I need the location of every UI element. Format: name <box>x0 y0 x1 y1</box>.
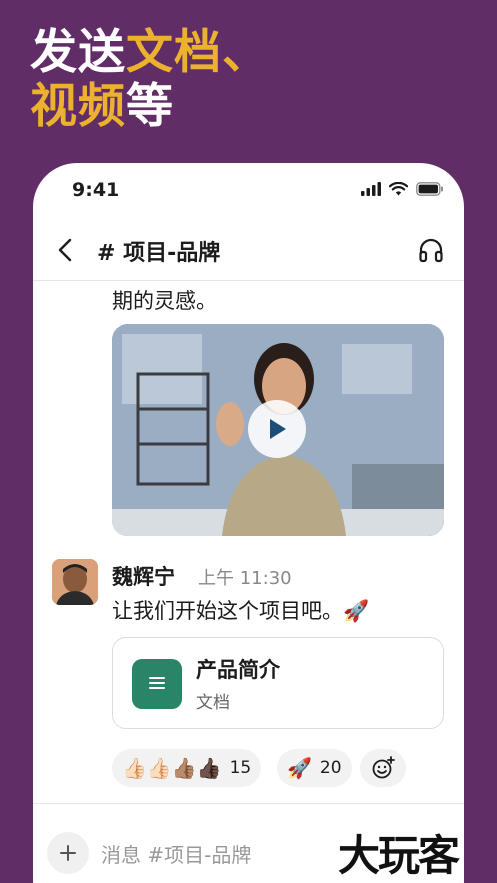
signal-icon <box>361 182 381 196</box>
message-timestamp: 上午 11:30 <box>198 568 292 589</box>
message-text-partial: 期的灵感。 <box>112 289 217 313</box>
message-text: 让我们开始这个项目吧。🚀 <box>112 599 370 623</box>
play-button[interactable] <box>248 400 306 458</box>
attach-button[interactable] <box>47 832 89 874</box>
avatar[interactable] <box>52 559 98 605</box>
reaction-thumbs-up[interactable]: 👍🏻👍🏻👍🏽👍🏿 15 <box>112 749 262 787</box>
rocket-icon: 🚀 <box>287 756 312 780</box>
channel-title[interactable]: # 项目-品牌 <box>97 235 220 267</box>
reaction-count: 20 <box>319 758 342 778</box>
headphones-icon[interactable] <box>418 237 444 263</box>
add-reaction-button[interactable] <box>360 749 406 787</box>
video-attachment[interactable] <box>112 324 444 536</box>
file-attachment[interactable]: 产品简介 文档 <box>112 637 444 729</box>
avatar-image <box>52 559 98 605</box>
status-time: 9:41 <box>72 179 120 201</box>
message-input[interactable]: 消息 #项目-品牌 <box>101 839 251 868</box>
headline-text-2a: 视频 <box>30 79 126 134</box>
message-author[interactable]: 魏辉宁 <box>112 561 175 591</box>
reaction-count: 15 <box>229 758 252 778</box>
phone-screen: 9:41 # 项目-品牌 期的灵感。 魏辉宁 上午 11:30 让我们开始这个项… <box>33 163 464 883</box>
document-icon <box>132 659 182 709</box>
status-bar: 9:41 <box>33 163 464 221</box>
headline-line-1: 发送文档、 <box>30 26 270 80</box>
play-icon <box>270 419 286 439</box>
headline-text-2b: 等 <box>126 79 174 134</box>
file-type: 文档 <box>196 693 230 713</box>
add-emoji-icon <box>372 756 395 779</box>
reaction-rocket[interactable]: 🚀 20 <box>277 749 352 787</box>
chevron-left-icon[interactable] <box>55 237 77 263</box>
channel-header: # 项目-品牌 <box>33 221 464 281</box>
plus-icon <box>60 845 76 861</box>
file-name: 产品简介 <box>196 658 280 682</box>
battery-icon <box>416 182 443 196</box>
promo-headline: 发送文档、 视频等 <box>30 26 270 134</box>
thumbs-up-icon: 👍🏻👍🏻👍🏽👍🏿 <box>122 756 222 780</box>
headline-text-1b: 文档、 <box>126 25 270 80</box>
headline-line-2: 视频等 <box>30 80 270 134</box>
watermark-logo: 大玩客 <box>338 831 460 880</box>
status-icons <box>361 182 444 196</box>
headline-text-1a: 发送 <box>30 25 126 80</box>
wifi-icon <box>389 182 408 196</box>
